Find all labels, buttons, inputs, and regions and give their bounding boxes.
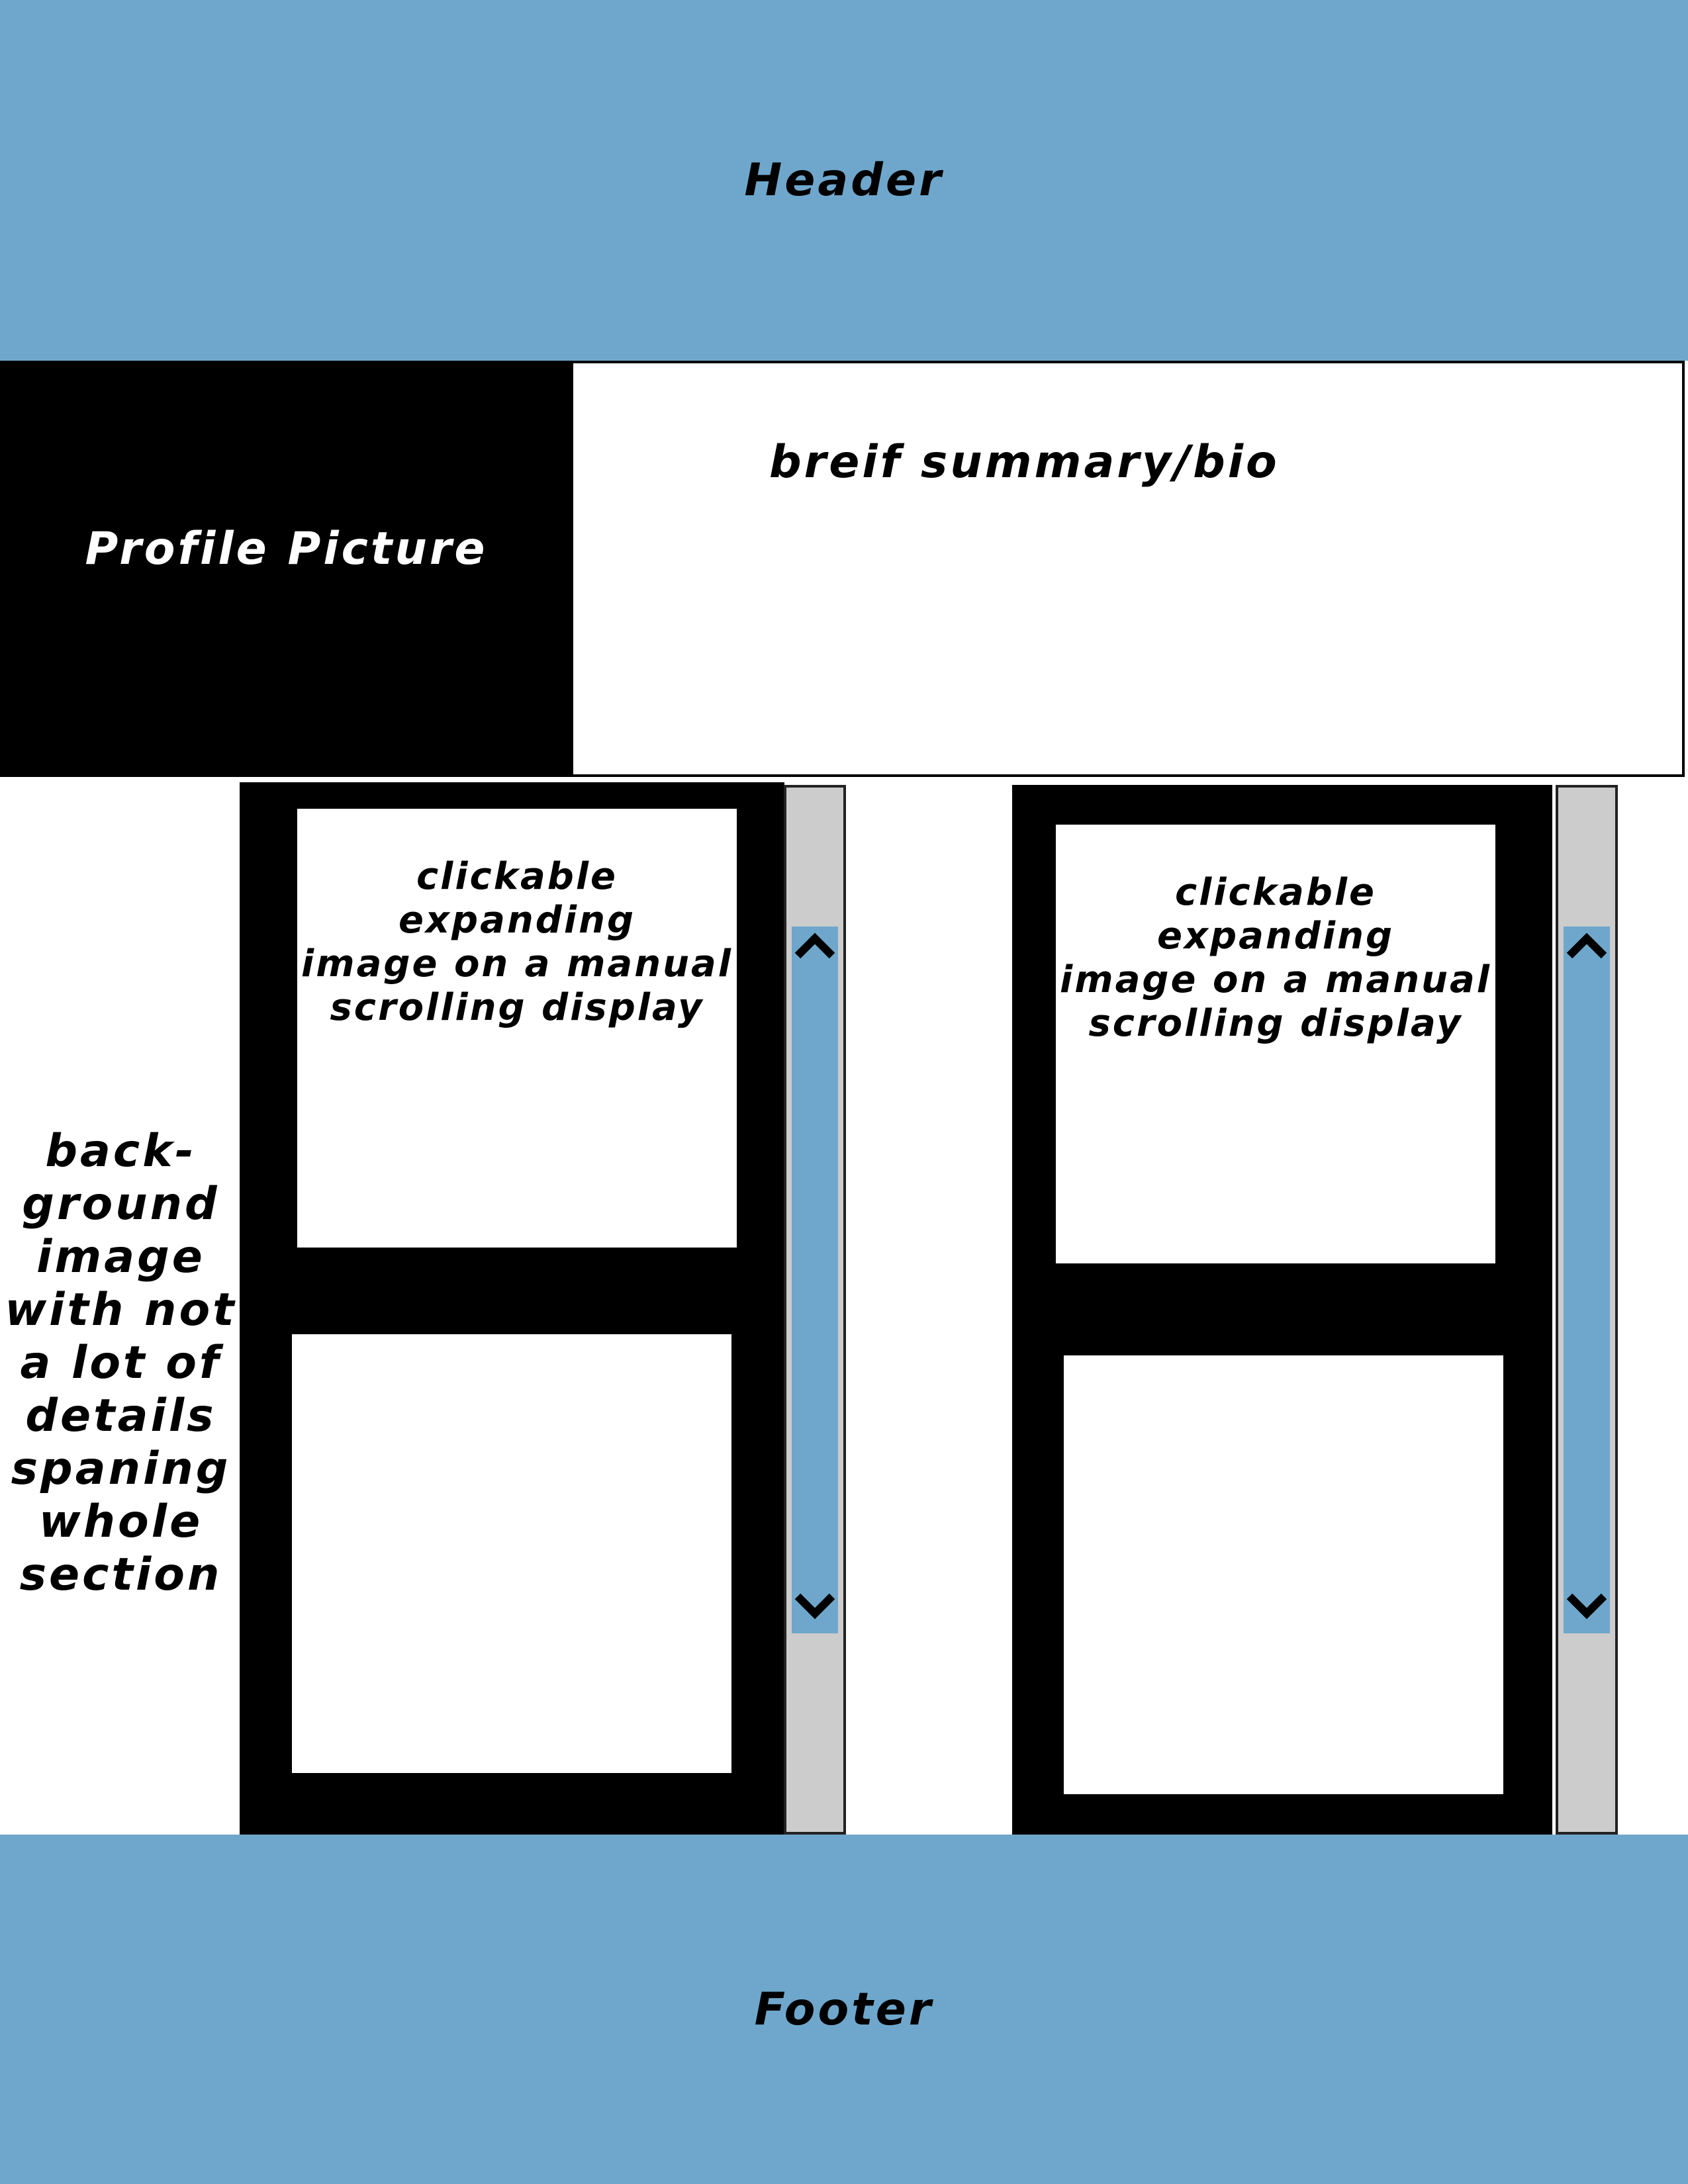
chevron-down-icon[interactable] — [1564, 1590, 1610, 1629]
header-label: Header — [744, 154, 944, 206]
gallery-image-caption: clickable expanding image on a manual sc… — [1060, 871, 1491, 1045]
gallery-image-2-bottom[interactable] — [1064, 1355, 1503, 1794]
gallery-2-scroll-thumb[interactable] — [1564, 927, 1610, 1633]
chevron-up-icon[interactable] — [1564, 927, 1610, 966]
gallery-1-scroll-thumb[interactable] — [792, 927, 838, 1633]
gallery-image-2-top[interactable]: clickable expanding image on a manual sc… — [1056, 825, 1495, 1263]
page-footer: Footer — [0, 1835, 1688, 2184]
gallery-2-scrollbar[interactable] — [1556, 785, 1618, 1835]
page-header: Header — [0, 0, 1688, 361]
gallery-image-1-top[interactable]: clickable expanding image on a manual sc… — [297, 809, 737, 1248]
bio-label: breif summary/bio — [769, 436, 1280, 488]
gallery-1-scrollbar[interactable] — [784, 785, 846, 1835]
profile-picture[interactable]: Profile Picture — [0, 361, 573, 777]
image-gallery-1: clickable expanding image on a manual sc… — [240, 782, 784, 1835]
image-gallery-2: clickable expanding image on a manual sc… — [1012, 785, 1552, 1835]
bio-summary: breif summary/bio — [571, 361, 1685, 777]
footer-label: Footer — [754, 1983, 934, 2036]
chevron-down-icon[interactable] — [792, 1590, 838, 1629]
gallery-image-1-bottom[interactable] — [292, 1334, 731, 1773]
chevron-up-icon[interactable] — [792, 927, 838, 966]
gallery-image-caption: clickable expanding image on a manual sc… — [301, 855, 733, 1029]
background-image-note: back- ground image with not a lot of det… — [5, 1125, 237, 1601]
profile-picture-label: Profile Picture — [85, 523, 488, 575]
